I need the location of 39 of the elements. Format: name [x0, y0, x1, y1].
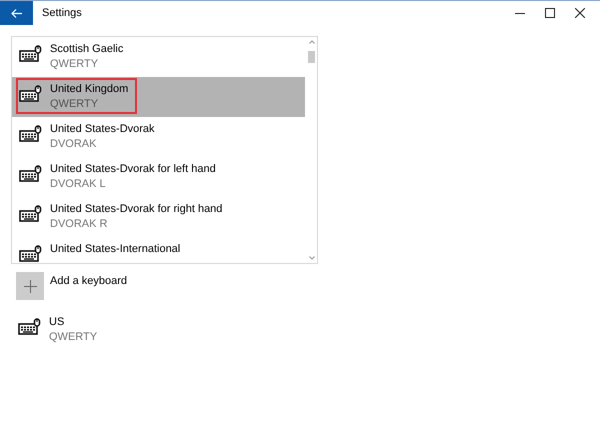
back-button[interactable] [0, 1, 33, 25]
plus-icon [24, 280, 36, 292]
layout-name: United States-Dvorak for left hand [50, 162, 216, 176]
layout-type: DVORAK R [50, 217, 108, 231]
layout-type: QWERTY [50, 97, 100, 111]
add-keyboard-label[interactable]: Add a keyboard [50, 275, 128, 287]
keyboard-icon [19, 45, 42, 62]
window-title: Settings [42, 7, 83, 19]
keyboard-layout-item[interactable]: United Kingdom QWERTY [12, 77, 306, 117]
keyboard-icon [19, 125, 42, 142]
scrollbar[interactable] [305, 37, 317, 263]
keyboard-icon [19, 245, 42, 262]
maximize-icon [545, 8, 555, 18]
layout-name: United States-International [50, 242, 180, 256]
add-button[interactable] [16, 272, 44, 300]
keyboard-layout-item[interactable]: United States-Dvorak DVORAK [12, 117, 306, 157]
layout-type: QWERTY [49, 330, 98, 344]
keyboard-icon [18, 318, 41, 335]
minimize-icon [515, 12, 525, 14]
keyboard-icon [19, 85, 42, 102]
keyboard-layout-item[interactable]: Scottish Gaelic QWERTY [12, 37, 306, 77]
layout-type: QWERTY [50, 57, 100, 71]
scroll-down-icon [309, 256, 315, 260]
close-icon [575, 8, 585, 18]
layout-name: United Kingdom [50, 82, 128, 96]
back-arrow-icon [11, 8, 22, 18]
layout-type: DVORAK [50, 137, 98, 151]
keyboard-layout-item[interactable]: United States-Dvorak for right hand DVORAK R [12, 197, 306, 237]
keyboard-icon [19, 165, 42, 182]
layout-type: DVORAK L [50, 177, 107, 191]
scroll-up-icon [309, 40, 315, 44]
scrollbar-thumb[interactable] [308, 51, 315, 63]
keyboard-layout-item[interactable]: United States-International [12, 237, 306, 263]
layout-name: United States-Dvorak [50, 122, 155, 136]
layout-name: United States-Dvorak for right hand [50, 202, 222, 216]
layout-name: Scottish Gaelic [50, 42, 124, 56]
keyboard-name: US [49, 315, 66, 329]
keyboard-icon [19, 205, 42, 222]
keyboard-layout-item[interactable]: United States-Dvorak for left hand DVORAK L [12, 157, 306, 197]
